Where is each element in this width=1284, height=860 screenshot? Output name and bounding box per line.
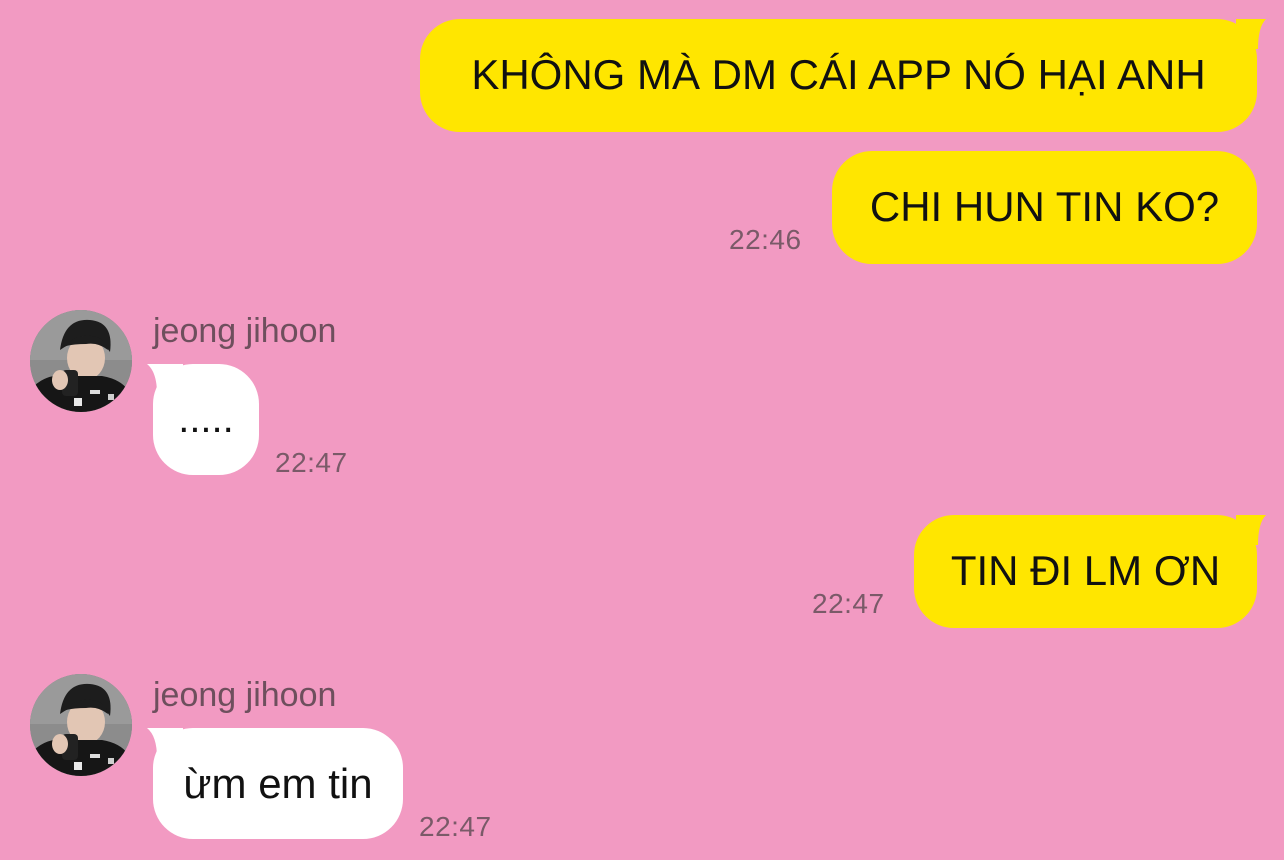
chat-thread: KHÔNG MÀ DM CÁI APP NÓ HẠI ANH CHI HUN T… [0,0,1284,860]
message-timestamp: 22:47 [419,811,492,842]
outgoing-message-bubble[interactable]: CHI HUN TIN KO? [832,151,1257,264]
contact-avatar[interactable] [30,674,132,776]
message-text: CHI HUN TIN KO? [869,183,1220,230]
message-text: ..... [178,397,234,441]
message-timestamp: 22:47 [275,447,348,478]
sender-name: jeong jihoon [153,312,337,350]
message-text: ừm em tin [183,760,373,807]
outgoing-message-bubble[interactable]: TIN ĐI LM ƠN [914,515,1257,628]
contact-avatar[interactable] [30,310,132,412]
bubble-tail-icon [1236,19,1266,49]
message-text: TIN ĐI LM ƠN [950,547,1221,594]
incoming-message-bubble[interactable]: ừm em tin [153,728,403,839]
bubble-tail-icon [1236,515,1266,545]
sender-name: jeong jihoon [153,676,337,714]
message-timestamp: 22:47 [812,588,885,619]
incoming-message-bubble[interactable]: ..... [153,364,259,475]
message-text: KHÔNG MÀ DM CÁI APP NÓ HẠI ANH [471,51,1206,98]
outgoing-message-bubble[interactable]: KHÔNG MÀ DM CÁI APP NÓ HẠI ANH [420,19,1257,132]
message-timestamp: 22:46 [729,224,802,255]
avatar-photo-icon [30,310,132,412]
avatar-photo-icon [30,674,132,776]
